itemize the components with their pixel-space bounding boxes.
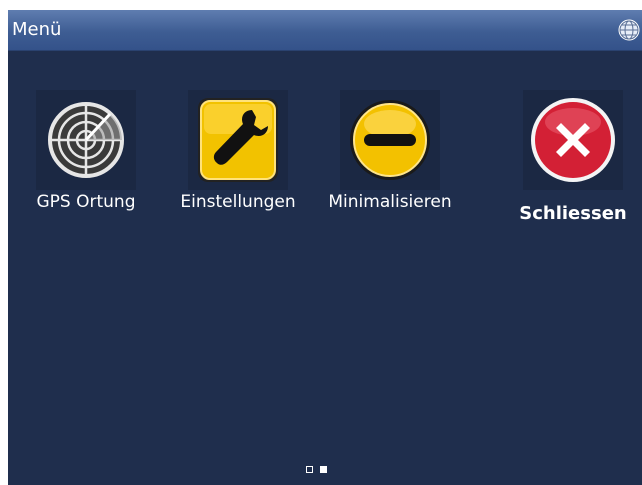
minus-icon: [340, 90, 440, 190]
minimalisieren-button[interactable]: Minimalisieren: [315, 90, 465, 240]
menu-screen: Menü GPS Ortung Einstellungen Minimalisi…: [8, 10, 642, 485]
title-bar: Menü: [8, 10, 642, 51]
close-icon: [523, 90, 623, 190]
schliessen-label: Schliessen: [519, 203, 627, 224]
schliessen-button[interactable]: Schliessen: [498, 90, 642, 240]
globe-icon[interactable]: [618, 19, 640, 41]
einstellungen-label: Einstellungen: [180, 192, 296, 212]
minimalisieren-label: Minimalisieren: [328, 192, 452, 212]
radar-icon: [36, 90, 136, 190]
gps-ortung-button[interactable]: GPS Ortung: [11, 90, 161, 240]
page-title: Menü: [12, 19, 62, 40]
page-dot-2-active[interactable]: [320, 466, 327, 473]
wrench-icon: [188, 90, 288, 190]
page-dot-1[interactable]: [306, 466, 313, 473]
einstellungen-button[interactable]: Einstellungen: [163, 90, 313, 240]
gps-ortung-label: GPS Ortung: [36, 192, 136, 212]
